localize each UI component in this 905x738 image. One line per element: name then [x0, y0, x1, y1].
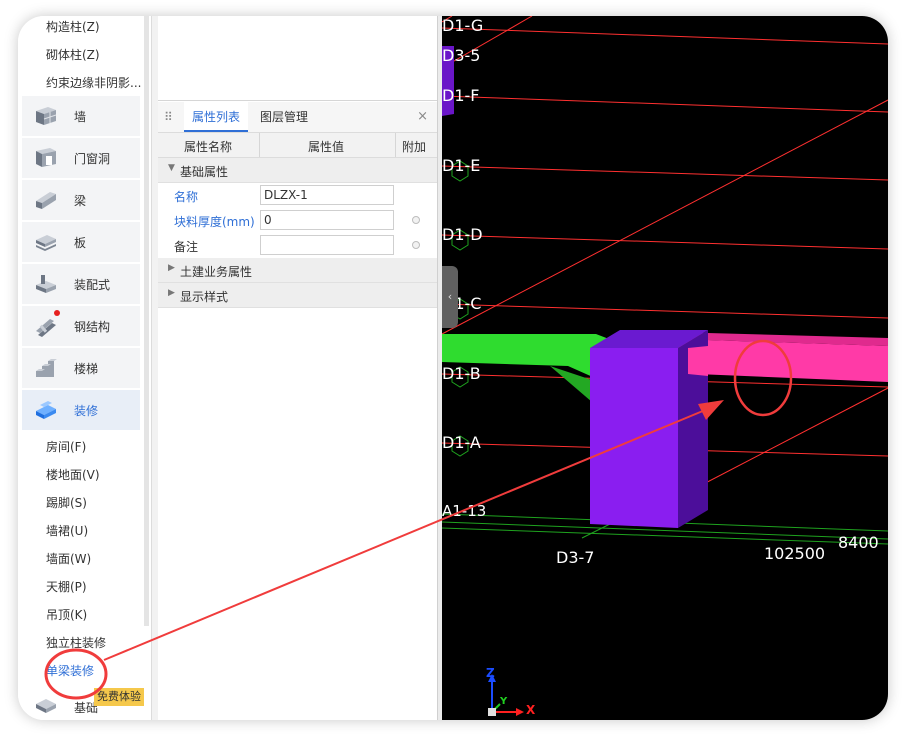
tree-item-column-decoration[interactable]: 独立柱装修	[46, 634, 106, 651]
extra-checkbox[interactable]	[412, 241, 420, 249]
close-icon[interactable]: ×	[417, 109, 428, 124]
tree-item-dado[interactable]: 墙裙(U)	[46, 522, 88, 539]
category-label: 装修	[74, 404, 99, 418]
tree-item-floor[interactable]: 楼地面(V)	[46, 466, 100, 483]
category-door-window[interactable]: 门窗洞	[22, 138, 140, 178]
group-title: 显示样式	[180, 290, 229, 304]
foundation-icon	[36, 699, 56, 713]
dimension-label: 102500	[764, 544, 826, 563]
category-beam[interactable]: 梁	[22, 180, 140, 220]
axis-x-label: X	[526, 703, 536, 717]
property-tabbar: ⠿ 属性列表 图层管理 ×	[158, 102, 438, 133]
tree-scrollbar[interactable]	[144, 16, 149, 626]
category-stairs[interactable]: 楼梯	[22, 348, 140, 388]
drag-handle-icon[interactable]: ⠿	[164, 110, 173, 124]
category-label: 装配式	[74, 278, 111, 292]
axis-label: D1-A	[442, 433, 481, 452]
tree-item-room[interactable]: 房间(F)	[46, 438, 86, 455]
app-window: 构造柱(Z) 砌体柱(Z) 约束边缘非阴影... 墙 门窗洞 梁 板 装配式 钢…	[18, 16, 888, 720]
component-list-area	[158, 16, 438, 101]
pink-beam-end	[688, 346, 708, 376]
tree-item-single-beam-decoration[interactable]: 单梁装修	[46, 662, 94, 679]
beam-icon	[36, 192, 56, 209]
property-name: 名称	[174, 190, 199, 204]
viewport-3d[interactable]: D1-G D3-5 D1-F D1-E D1-D D1-C D1-B D1-A …	[442, 16, 888, 720]
component-tree: 构造柱(Z) 砌体柱(Z) 约束边缘非阴影... 墙 门窗洞 梁 板 装配式 钢…	[18, 16, 149, 720]
group-title: 基础属性	[180, 165, 229, 179]
group-civil-business-properties[interactable]: ▶ 土建业务属性	[158, 258, 438, 283]
axis-label: D1-B	[442, 364, 481, 383]
steel-structure-icon	[36, 319, 56, 337]
column-front	[590, 348, 678, 528]
axis-label: A1-13	[442, 502, 487, 520]
tab-property-list[interactable]: 属性列表	[184, 102, 249, 132]
property-name: 块料厚度(mm)	[174, 215, 255, 229]
group-display-style[interactable]: ▶ 显示样式	[158, 283, 438, 308]
prefab-icon	[36, 275, 56, 293]
tab-layer-management[interactable]: 图层管理	[258, 102, 310, 132]
property-value-input[interactable]: DLZX-1	[260, 185, 394, 205]
property-name: 备注	[174, 240, 199, 254]
category-wall[interactable]: 墙	[22, 96, 140, 136]
chevron-down-icon: ▼	[168, 163, 175, 173]
axis-label: D1-D	[442, 225, 483, 244]
wall-icon	[36, 107, 57, 125]
decoration-icon	[36, 401, 56, 419]
col-header-name: 属性名称	[184, 140, 233, 154]
category-slab[interactable]: 板	[22, 222, 140, 262]
category-decoration[interactable]: 装修	[22, 390, 140, 430]
category-label: 墙	[74, 110, 87, 124]
chevron-right-icon: ▶	[168, 263, 175, 273]
category-steel-structure[interactable]: 钢结构	[22, 306, 140, 346]
category-label: 楼梯	[74, 362, 99, 376]
col-header-extra: 附加	[402, 140, 427, 154]
tree-item-ceiling[interactable]: 天棚(P)	[46, 578, 87, 595]
stairs-icon	[36, 359, 57, 377]
slab-icon	[36, 235, 56, 251]
column-divider[interactable]	[259, 133, 260, 157]
axis-z-label: Z	[486, 666, 495, 680]
category-label: 板	[74, 236, 87, 250]
category-prefab[interactable]: 装配式	[22, 264, 140, 304]
property-value-input[interactable]	[260, 235, 394, 255]
axis-y-label: Y	[500, 696, 508, 707]
property-value-input[interactable]: 0	[260, 210, 394, 230]
viewport-scene	[442, 16, 888, 716]
dimension-label: 8400	[838, 533, 879, 552]
group-basic-properties[interactable]: ▼ 基础属性	[158, 158, 438, 183]
axis-gizmo	[488, 674, 524, 716]
property-panel: ⠿ 属性列表 图层管理 × 属性名称 属性值 附加 ▼ 基础属性 名称 DLZX…	[158, 16, 438, 720]
col-header-value: 属性值	[308, 140, 345, 154]
property-row-thickness: 块料厚度(mm) 0	[158, 208, 438, 233]
category-label: 钢结构	[74, 320, 111, 334]
free-trial-badge[interactable]: 免费体验	[94, 688, 144, 706]
door-window-icon	[36, 148, 56, 167]
axis-label: D3-5	[442, 46, 481, 65]
tree-item-constraint-edge[interactable]: 约束边缘非阴影...	[46, 74, 141, 91]
tree-item-masonry-column[interactable]: 砌体柱(Z)	[46, 46, 100, 63]
category-label: 梁	[74, 194, 87, 208]
axis-label: D1-E	[442, 156, 481, 175]
axis-label: D1-F	[442, 86, 480, 105]
property-table-header: 属性名称 属性值 附加	[158, 133, 438, 158]
property-row-name: 名称 DLZX-1	[158, 183, 438, 208]
property-row-remark: 备注	[158, 233, 438, 258]
tree-item-skirting[interactable]: 踢脚(S)	[46, 494, 87, 511]
group-title: 土建业务属性	[180, 265, 253, 279]
axis-label: D3-7	[556, 548, 595, 567]
axis-label: D1-G	[442, 16, 484, 35]
category-label: 门窗洞	[74, 152, 111, 166]
extra-checkbox[interactable]	[412, 216, 420, 224]
column-divider[interactable]	[395, 133, 396, 157]
collapse-panel-button[interactable]: ‹	[442, 266, 458, 328]
notification-dot	[54, 310, 60, 316]
tree-item-wall-surface[interactable]: 墙面(W)	[46, 550, 91, 567]
tree-item-construction-column[interactable]: 构造柱(Z)	[46, 18, 100, 35]
tree-item-suspended-ceiling[interactable]: 吊顶(K)	[46, 606, 87, 623]
chevron-right-icon: ▶	[168, 288, 175, 298]
